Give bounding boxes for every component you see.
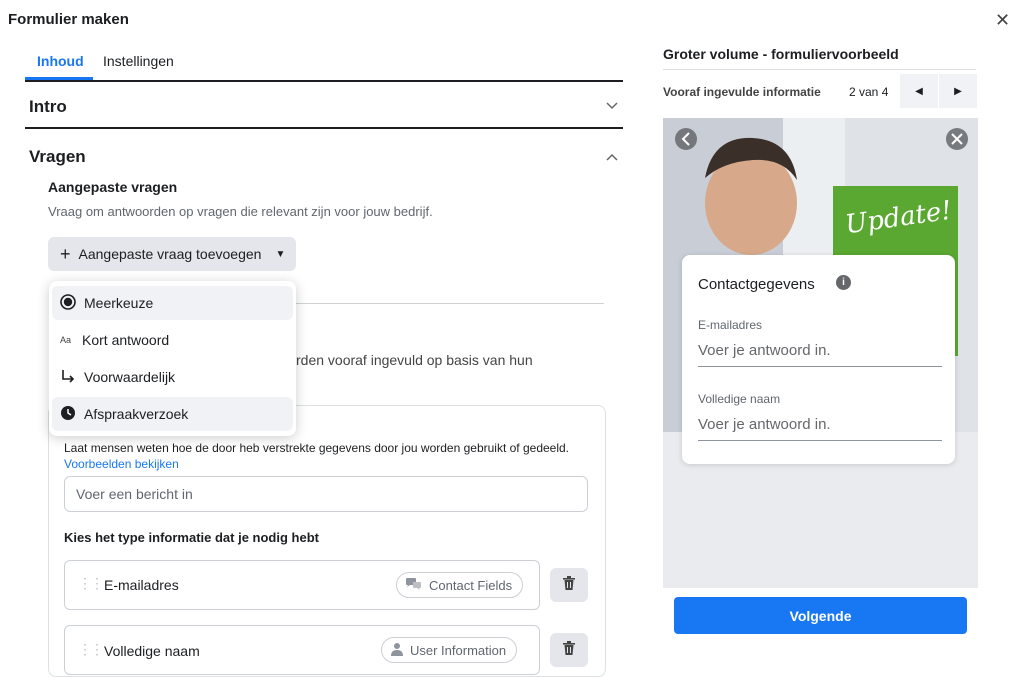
category-pill-user-information: User Information (381, 637, 518, 663)
preview-page-indicator: 2 van 4 (849, 85, 889, 99)
custom-questions-description: Vraag om antwoorden op vragen die releva… (48, 204, 433, 219)
examples-link[interactable]: Voorbeelden bekijken (64, 457, 179, 471)
category-label: User Information (410, 642, 507, 658)
plus-icon: + (60, 244, 71, 264)
menu-item-appointment[interactable]: Afspraakverzoek (52, 397, 293, 431)
info-type-heading: Kies het type informatie dat je nodig he… (64, 530, 319, 545)
menu-item-short-answer[interactable]: Aa Kort antwoord (52, 323, 293, 357)
prefill-intro-text: rden vooraf ingevuld op basis van hun (296, 352, 533, 368)
input-underline (698, 440, 942, 441)
prefill-description: Laat mensen weten hoe de door heb verstr… (64, 441, 570, 455)
question-type-dropdown: Meerkeuze Aa Kort antwoord Voorwaardelij… (49, 281, 296, 436)
clock-icon (60, 405, 76, 424)
custom-questions-heading: Aangepaste vragen (48, 179, 178, 195)
preview-input-email[interactable]: Voer je antwoord in. (698, 342, 831, 359)
chevron-down-icon[interactable] (606, 99, 618, 113)
menu-item-multiple-choice[interactable]: Meerkeuze (52, 286, 293, 320)
field-label-email: E-mailadres (104, 577, 179, 593)
category-label: Contact Fields (429, 577, 513, 593)
trash-icon (562, 575, 576, 596)
category-pill-contact-fields: Contact Fields (396, 572, 524, 598)
chevron-up-icon[interactable] (606, 150, 618, 164)
tab-instellingen[interactable]: Instellingen (103, 53, 174, 69)
message-input[interactable]: Voer een bericht in (64, 476, 588, 512)
user-icon (390, 642, 404, 659)
menu-item-label: Afspraakverzoek (84, 406, 189, 422)
preview-field-label-full-name: Volledige naam (698, 392, 781, 406)
close-icon[interactable]: ✕ (995, 10, 1010, 31)
input-underline (698, 366, 942, 367)
add-custom-question-label: Aangepaste vraag toevoegen (78, 246, 262, 262)
branch-icon (60, 368, 76, 387)
chat-bubbles-icon (405, 577, 423, 594)
trash-icon (562, 640, 576, 661)
menu-item-label: Kort antwoord (82, 332, 170, 348)
menu-item-label: Voorwaardelijk (84, 369, 176, 385)
menu-item-label: Meerkeuze (84, 295, 154, 311)
caret-right-icon: ▶ (954, 85, 962, 97)
add-custom-question-button[interactable]: + Aangepaste vraag toevoegen ▼ (48, 237, 296, 271)
next-button[interactable]: Volgende (674, 597, 967, 634)
preview-section-label: Vooraf ingevulde informatie (663, 85, 821, 99)
prev-page-button[interactable]: ◀ (900, 74, 938, 108)
caret-down-icon: ▼ (275, 248, 286, 260)
preview-title: Groter volume - formuliervoorbeeld (663, 46, 899, 62)
section-intro-title[interactable]: Intro (29, 97, 67, 117)
drag-handle-icon[interactable]: ⋮⋮ (78, 641, 104, 658)
delete-button[interactable] (550, 633, 588, 667)
preview-input-full-name[interactable]: Voer je antwoord in. (698, 416, 831, 433)
divider (25, 80, 623, 82)
divider (663, 69, 976, 70)
delete-button[interactable] (550, 568, 588, 602)
drag-handle-icon[interactable]: ⋮⋮ (78, 575, 104, 592)
radio-icon (60, 293, 76, 313)
dialog-title: Formulier maken (8, 11, 129, 28)
section-questions-title[interactable]: Vragen (29, 147, 86, 167)
contact-card-title: Contactgegevens (698, 276, 815, 293)
divider (25, 127, 623, 129)
next-page-button[interactable]: ▶ (939, 74, 977, 108)
text-icon: Aa (60, 335, 72, 345)
field-label-full-name: Volledige naam (104, 643, 200, 659)
divider (296, 303, 604, 304)
info-icon[interactable]: i (836, 275, 851, 290)
preview-field-label-email: E-mailadres (698, 318, 763, 332)
tab-inhoud[interactable]: Inhoud (37, 53, 84, 69)
caret-left-icon: ◀ (915, 85, 923, 97)
menu-item-conditional[interactable]: Voorwaardelijk (52, 360, 293, 394)
